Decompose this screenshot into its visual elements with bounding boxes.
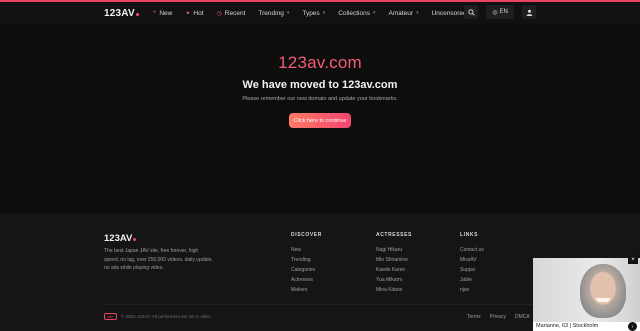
footer-link[interactable]: Contact us	[460, 245, 484, 255]
footer-link[interactable]: MissAV	[460, 255, 484, 265]
footer-column-discover: DISCOVER New Trending Categories Actress…	[291, 232, 322, 295]
header-actions: ◍ EN	[456, 5, 536, 19]
site-header: 123AV + New ✦ Hot ◷ Recent Trending ▾ Ty…	[0, 2, 640, 24]
dmca-link[interactable]: DMCA	[515, 314, 530, 320]
chevron-down-icon: ▾	[372, 10, 376, 16]
footer-link[interactable]: New	[291, 245, 322, 255]
footer-column-heading: LINKS	[460, 232, 478, 238]
copyright-text: © 2024 123AV. All performers are 18 or o…	[121, 314, 212, 319]
ad-caption: Marianne, 63 | Stockholm	[536, 323, 599, 329]
footer-link[interactable]: Makers	[291, 285, 322, 295]
nav-item-hot[interactable]: ✦ Hot	[185, 10, 203, 17]
footer-link[interactable]: Mina Kitano	[376, 285, 412, 295]
footer-column-heading: ACTRESSES	[376, 232, 412, 238]
footer-link[interactable]: Supjav	[460, 265, 484, 275]
ad-thumbnail[interactable]	[533, 258, 640, 322]
footer-logo[interactable]: 123AV	[104, 233, 137, 244]
nav-item-trending[interactable]: Trending ▾	[258, 10, 289, 17]
search-icon	[467, 8, 475, 16]
domain-moved-notice: 123av.com We have moved to 123av.com Ple…	[0, 24, 640, 214]
privacy-link[interactable]: Privacy	[490, 314, 506, 320]
site-logo[interactable]: 123AV	[104, 8, 139, 19]
footer-link[interactable]: Actresses	[291, 275, 322, 285]
footer-divider	[104, 304, 536, 305]
footer-link[interactable]: njav	[460, 285, 484, 295]
footer-column-links: LINKS Contact us MissAV Supjav Jable nja…	[460, 232, 484, 295]
new-domain-title: 123av.com	[278, 53, 362, 72]
footer-link[interactable]: Jable	[460, 275, 484, 285]
chevron-down-icon: ▾	[416, 10, 419, 16]
footer-column-heading: DISCOVER	[291, 232, 322, 238]
nav-item-new[interactable]: + New	[153, 10, 173, 17]
footer-description: The best Japan JAV site, free forever, h…	[104, 248, 213, 271]
footer-column-actresses: ACTRESSES Nagi Hikaru Mio Shiramine Kaed…	[376, 232, 412, 295]
nav-item-amateur[interactable]: Amateur ▾	[389, 10, 419, 17]
globe-icon: ◍	[492, 9, 498, 16]
user-button[interactable]	[522, 5, 536, 19]
main-nav: + New ✦ Hot ◷ Recent Trending ▾ Types ▾ …	[153, 10, 485, 17]
ad-portrait-detail	[596, 298, 610, 302]
chevron-down-icon: ▾	[286, 10, 290, 16]
footer-link[interactable]: Kaede Karen	[376, 265, 412, 275]
chevron-down-icon: ▾	[322, 10, 326, 16]
nav-item-recent[interactable]: ◷ Recent	[217, 10, 246, 17]
footer-link[interactable]: Categories	[291, 265, 322, 275]
plus-icon: +	[152, 10, 157, 16]
flame-icon: ✦	[185, 10, 191, 17]
age-restriction-badge: 18+	[104, 313, 117, 320]
clock-icon: ◷	[216, 10, 222, 17]
nav-item-types[interactable]: Types ▾	[302, 10, 325, 17]
footer-link[interactable]: Trending	[291, 255, 322, 265]
terms-link[interactable]: Terms	[467, 314, 481, 320]
moved-heading: We have moved to 123av.com	[242, 79, 398, 91]
language-selector[interactable]: ◍ EN	[486, 5, 514, 19]
play-icon[interactable]: ›	[628, 322, 637, 331]
notice-message: Please remember our new domain and updat…	[242, 96, 398, 102]
user-icon	[526, 9, 532, 16]
footer-link[interactable]: Yua Mikami	[376, 275, 412, 285]
video-ad-popup[interactable]: Marianne, 63 | Stockholm ›	[533, 258, 640, 331]
ad-portrait	[580, 264, 626, 318]
search-button[interactable]	[464, 5, 478, 19]
nav-item-collections[interactable]: Collections ▾	[338, 10, 375, 17]
close-icon[interactable]: ×	[628, 255, 638, 264]
continue-button[interactable]: Click here to continue	[289, 113, 351, 128]
footer-link[interactable]: Mio Shiramine	[376, 255, 412, 265]
footer-link[interactable]: Nagi Hikaru	[376, 245, 412, 255]
